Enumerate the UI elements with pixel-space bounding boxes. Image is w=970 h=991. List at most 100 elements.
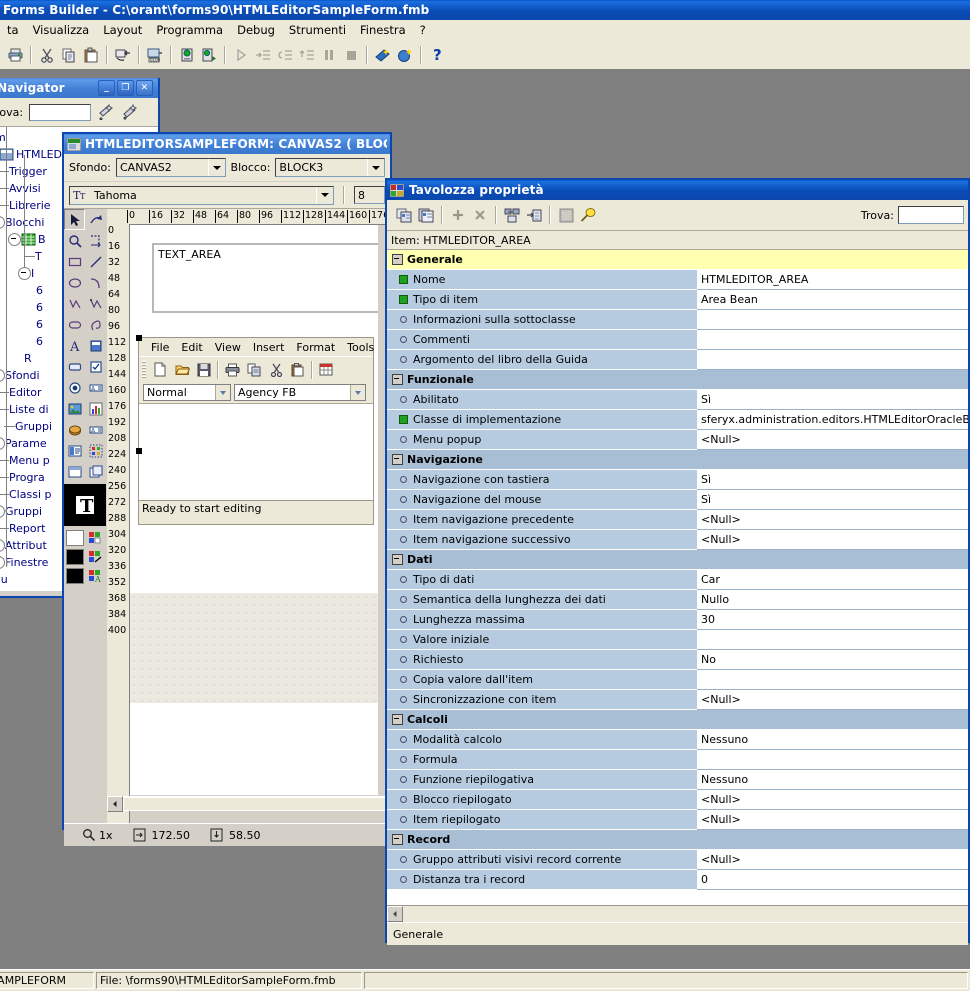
font-combo[interactable]: TT Tahoma [69, 185, 334, 205]
property-value[interactable]: Area Bean [697, 290, 968, 310]
property-row-navigazione-tastiera[interactable]: Navigazione con tastiera Sì [387, 470, 968, 490]
property-row-item-riepilogato[interactable]: Item riepilogato <Null> [387, 810, 968, 830]
property-row-informazioni-sottoclasse[interactable]: Informazioni sulla sottoclasse [387, 310, 968, 330]
chevron-down-icon[interactable] [207, 159, 225, 176]
polygon-tool-icon[interactable] [64, 293, 85, 314]
property-value[interactable] [697, 670, 968, 690]
menu-item-help[interactable]: ? [413, 21, 433, 39]
tree-item-tool-icon[interactable] [85, 440, 106, 461]
menu-item-programma[interactable]: Programma [149, 21, 230, 39]
pin-icon[interactable] [577, 204, 599, 226]
bean-menu-view[interactable]: View [209, 340, 247, 355]
property-section-calcoli[interactable]: Calcoli [387, 710, 968, 730]
property-row-classe-implementazione[interactable]: Classe di implementazione sferyx.adminis… [387, 410, 968, 430]
bean-toolbar[interactable] [139, 356, 373, 382]
chevron-down-icon[interactable] [366, 159, 384, 176]
polyline-tool-icon[interactable] [85, 293, 106, 314]
menu-item-finestra[interactable]: Finestra [353, 21, 413, 39]
property-value[interactable]: <Null> [697, 530, 968, 550]
text-mode-icon[interactable]: T [64, 484, 106, 526]
property-row-funzione-riepilogativa[interactable]: Funzione riepilogativa Nessuno [387, 770, 968, 790]
maximize-icon[interactable]: ❐ [117, 80, 134, 96]
property-section-dati[interactable]: Dati [387, 550, 968, 570]
print-icon[interactable] [4, 44, 26, 66]
property-value[interactable]: Sì [697, 490, 968, 510]
property-section-generale[interactable]: Generale [387, 250, 968, 270]
text-color-picker-icon[interactable]: A [85, 566, 106, 585]
intersection-icon[interactable] [501, 204, 523, 226]
navigator-window-buttons[interactable]: _ ❐ ✕ [98, 80, 155, 96]
property-value[interactable]: <Null> [697, 430, 968, 450]
bean-format-bar[interactable]: Normal Agency FB [139, 382, 373, 403]
property-row-tipo-di-item[interactable]: Tipo di item Area Bean [387, 290, 968, 310]
run-debug-icon[interactable] [176, 44, 198, 66]
radio-tool-icon[interactable] [64, 377, 85, 398]
scroll-thumb[interactable] [123, 797, 390, 811]
property-value[interactable] [697, 630, 968, 650]
union-icon[interactable] [523, 204, 545, 226]
line-tool-icon[interactable] [85, 251, 106, 272]
help-icon[interactable]: ? [426, 44, 448, 66]
print-icon[interactable] [221, 359, 243, 380]
property-find-input[interactable] [898, 206, 964, 224]
step-out-icon[interactable] [296, 44, 318, 66]
display-item-tool-icon[interactable] [85, 335, 106, 356]
menu-item-layout[interactable]: Layout [96, 21, 149, 39]
stacked-canvas-tool-icon[interactable] [64, 461, 85, 482]
rectangle-tool-icon[interactable] [64, 251, 85, 272]
rotate-tool-icon[interactable] [85, 209, 106, 230]
compile-icon[interactable]: 0100 [144, 44, 166, 66]
close-icon[interactable]: ✕ [136, 80, 153, 96]
scroll-left-icon[interactable] [387, 906, 403, 922]
property-value[interactable]: <Null> [697, 510, 968, 530]
main-toolbar[interactable]: 0100 ? [0, 40, 970, 70]
main-menubar[interactable]: ta Visualizza Layout Programma Debug Str… [0, 20, 970, 40]
chevron-down-icon[interactable] [316, 186, 333, 204]
property-value[interactable]: <Null> [697, 690, 968, 710]
collapse-icon[interactable] [392, 714, 403, 725]
list-item-tool-icon[interactable]: A [85, 377, 106, 398]
property-row-richiesto[interactable]: Richiesto No [387, 650, 968, 670]
property-value[interactable] [697, 330, 968, 350]
property-value[interactable] [697, 750, 968, 770]
property-value[interactable]: Nessuno [697, 730, 968, 750]
property-palette-toolbar[interactable]: Trova: [387, 200, 968, 231]
menu-item-ta[interactable]: ta [0, 21, 26, 39]
property-list[interactable]: Generale Nome HTMLEDITOR_AREA Tipo di it… [387, 250, 968, 905]
open-icon[interactable] [171, 359, 193, 380]
property-value[interactable]: <Null> [697, 790, 968, 810]
property-row-abilitato[interactable]: Abilitato Sì [387, 390, 968, 410]
block-combo[interactable]: BLOCK3 [275, 158, 385, 177]
lov-tool-icon[interactable]: A [85, 419, 106, 440]
pause-icon[interactable] [318, 44, 340, 66]
property-row-modalita-calcolo[interactable]: Modalità calcolo Nessuno [387, 730, 968, 750]
bean-menu-insert[interactable]: Insert [247, 340, 291, 355]
property-hscrollbar[interactable] [387, 905, 968, 922]
stop-icon[interactable] [340, 44, 362, 66]
step-over-icon[interactable] [274, 44, 296, 66]
collapse-icon[interactable] [392, 454, 403, 465]
property-row-navigazione-mouse[interactable]: Navigazione del mouse Sì [387, 490, 968, 510]
tab-canvas-tool-icon[interactable] [64, 440, 85, 461]
background-combo[interactable]: CANVAS2 [115, 158, 226, 177]
run-form-icon[interactable] [112, 44, 134, 66]
line-color-picker-icon[interactable] [85, 547, 106, 566]
run-debug-step-icon[interactable] [198, 44, 220, 66]
font-size-field[interactable]: 8 [353, 186, 385, 204]
cut-icon[interactable] [265, 359, 287, 380]
bean-menubar[interactable]: File Edit View Insert Format Tools Ta [139, 338, 374, 356]
chevron-down-icon[interactable] [215, 385, 230, 400]
bean-area-tool-icon[interactable] [64, 419, 85, 440]
property-row-valore-iniziale[interactable]: Valore iniziale [387, 630, 968, 650]
paste-icon[interactable] [80, 44, 102, 66]
text-color-swatch[interactable] [64, 566, 85, 585]
property-value[interactable]: sferyx.administration.editors.HTMLEditor… [697, 410, 968, 430]
resize-handle[interactable] [136, 335, 142, 341]
magnify-tool-icon[interactable] [64, 230, 85, 251]
line-color-swatch[interactable] [64, 547, 85, 566]
paste-icon[interactable] [287, 359, 309, 380]
property-value[interactable]: <Null> [697, 810, 968, 830]
paragraph-style-combo[interactable]: Normal [143, 384, 231, 401]
scroll-track[interactable] [403, 906, 968, 922]
property-row-tipo-di-dati[interactable]: Tipo di dati Car [387, 570, 968, 590]
